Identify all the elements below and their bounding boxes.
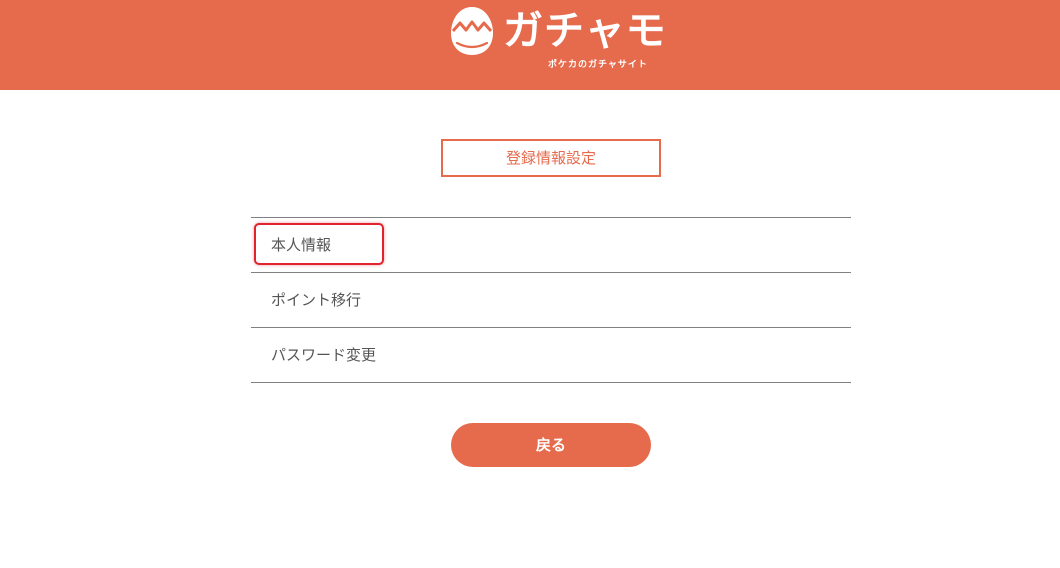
menu-item-personal-info[interactable]: 本人情報: [251, 218, 851, 273]
back-button[interactable]: 戻る: [451, 423, 651, 467]
page-title: 登録情報設定: [441, 139, 661, 177]
menu-item-password-change[interactable]: パスワード変更: [251, 328, 851, 383]
site-logo[interactable]: ガチャモ ポケカのガチャサイト: [449, 5, 666, 73]
logo-subtitle: ポケカのガチャサイト: [548, 60, 648, 70]
cracked-egg-icon: [451, 7, 493, 55]
settings-menu: 本人情報 ポイント移行 パスワード変更: [251, 217, 851, 383]
menu-item-label: ポイント移行: [271, 291, 362, 309]
menu-item-label: 本人情報: [271, 236, 332, 254]
menu-item-point-transfer[interactable]: ポイント移行: [251, 273, 851, 328]
menu-item-label: パスワード変更: [271, 346, 377, 364]
logo-text: ガチャモ: [503, 8, 667, 54]
site-header: ガチャモ ポケカのガチャサイト: [0, 0, 1060, 90]
